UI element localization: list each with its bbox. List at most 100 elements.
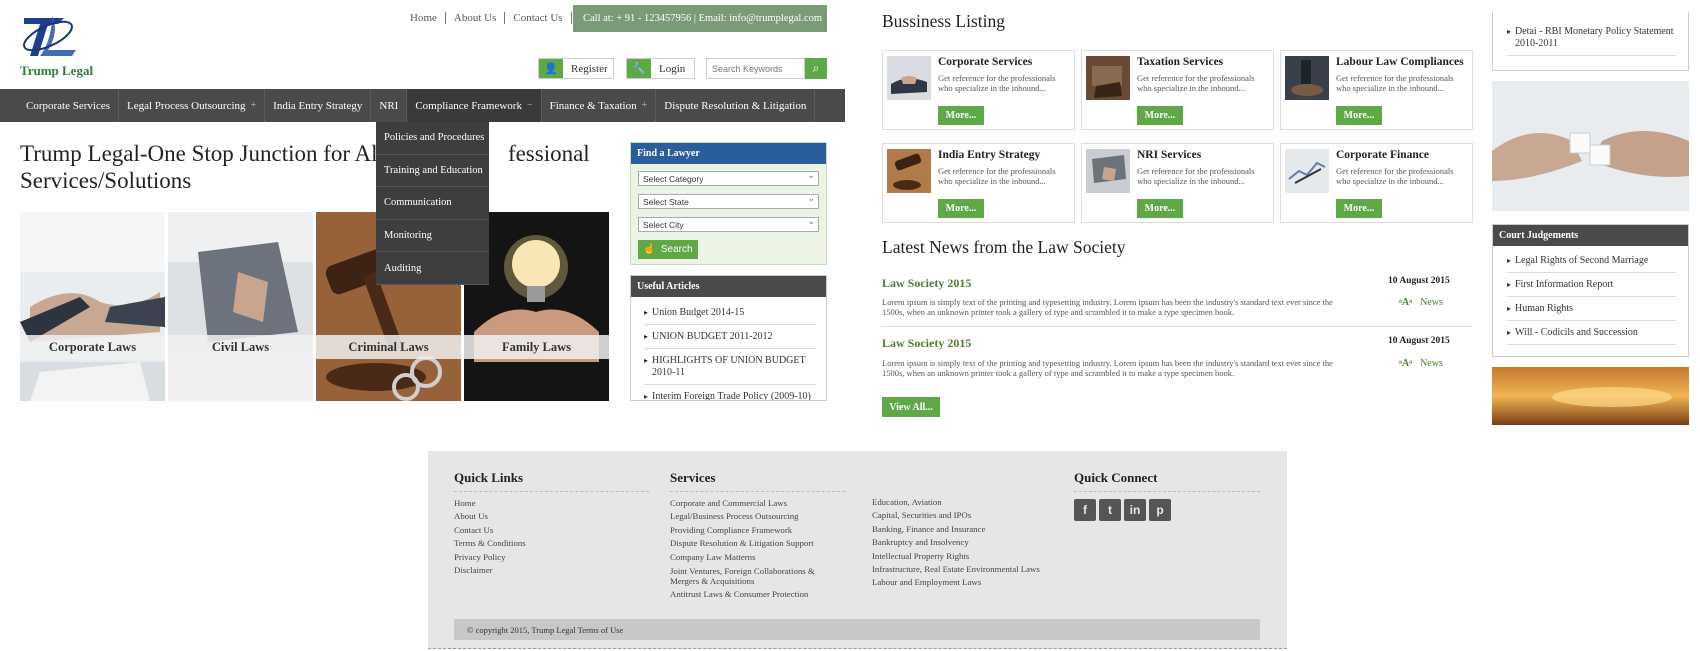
footer-link[interactable]: Company Law Matterns	[670, 551, 835, 564]
card-image	[1086, 56, 1130, 100]
tile-civil-laws[interactable]: Civil Laws	[168, 212, 313, 401]
judgement-link[interactable]: Will - Codicils and Succession	[1507, 321, 1676, 345]
view-all-button[interactable]: View All...	[882, 397, 940, 417]
more-button[interactable]: More...	[938, 199, 984, 218]
card-title: Corporate Finance	[1336, 149, 1429, 161]
sunset-image	[1492, 367, 1689, 425]
lawyer-search-button[interactable]: ☝ Search	[638, 240, 698, 259]
nav-corporate-services[interactable]: Corporate Services	[18, 89, 119, 122]
more-button[interactable]: More...	[1137, 106, 1183, 125]
footer-link[interactable]: Terms & Conditions	[454, 537, 526, 550]
dropdown-item-training[interactable]: Training and Education	[376, 155, 489, 188]
footer-link[interactable]: Banking, Finance and Insurance	[872, 523, 1072, 536]
news-item-date: 10 August 2015	[1388, 336, 1450, 346]
article-link[interactable]: Union Budget 2014-15	[644, 301, 816, 325]
sidebar-link[interactable]: Detai - RBI Monetary Policy Statement 20…	[1507, 20, 1676, 56]
state-select[interactable]: Select State	[638, 193, 819, 209]
search-icon[interactable]: ⌕	[805, 58, 827, 79]
footer-link[interactable]: Labour and Employment Laws	[872, 576, 1072, 589]
card-corporate-finance[interactable]: Corporate Finance Get reference for the …	[1280, 143, 1473, 223]
footer-link[interactable]: Infrastructure, Real Estate Environmenta…	[872, 563, 1072, 576]
card-labour-law[interactable]: Labour Law Compliances Get reference for…	[1280, 50, 1473, 130]
news-tag[interactable]: ᵃAᵃ News	[1399, 358, 1443, 369]
footer-link[interactable]: Legal/Business Process Outsourcing	[670, 510, 835, 523]
article-link[interactable]: UNION BUDGET 2011-2012	[644, 325, 816, 349]
footer-link[interactable]: Corporate and Commercial Laws	[670, 497, 835, 510]
footer-link[interactable]: About Us	[454, 510, 526, 523]
search-input[interactable]	[706, 58, 805, 79]
nav-legal-process-outsourcing[interactable]: Legal Process Outsourcing +	[119, 89, 266, 122]
facebook-icon[interactable]: f	[1074, 499, 1096, 521]
footer-link[interactable]: Home	[454, 497, 526, 510]
footer-link[interactable]: Antitrust Laws & Consumer Protection	[670, 588, 835, 601]
judgement-link[interactable]: Human Rights	[1507, 297, 1676, 321]
nav-india-entry-strategy[interactable]: India Entry Strategy	[265, 89, 372, 122]
dropdown-item-monitoring[interactable]: Monitoring	[376, 220, 489, 253]
register-label: Register	[571, 62, 608, 75]
nav-finance-taxation[interactable]: Finance & Taxation +	[542, 89, 657, 122]
logo-mark[interactable]	[18, 8, 86, 62]
main-nav: Corporate Services Legal Process Outsour…	[0, 89, 845, 122]
news-item-title[interactable]: Law Society 2015	[882, 336, 971, 351]
more-button[interactable]: More...	[1336, 199, 1382, 218]
card-nri-services[interactable]: NRI Services Get reference for the profe…	[1081, 143, 1274, 223]
category-select[interactable]: Select Category	[638, 170, 819, 186]
pinterest-icon[interactable]: p	[1149, 499, 1171, 521]
card-india-entry[interactable]: India Entry Strategy Get reference for t…	[882, 143, 1075, 223]
footer-link[interactable]: Disclaimer	[454, 564, 526, 577]
nav-dispute-resolution[interactable]: Dispute Resolution & Litigation	[656, 89, 816, 122]
pointer-icon: ☝	[643, 244, 656, 255]
footer-divider	[1074, 491, 1260, 492]
news-tag[interactable]: ᵃAᵃ News	[1399, 297, 1443, 308]
card-taxation-services[interactable]: Taxation Services Get reference for the …	[1081, 50, 1274, 130]
news-item-title[interactable]: Law Society 2015	[882, 276, 971, 291]
sidebar-top-list: Detai - RBI Monetary Policy Statement 20…	[1492, 12, 1689, 71]
footer-link[interactable]: Bankruptcy and Insolvency	[872, 536, 1072, 549]
top-link-about[interactable]: About Us	[446, 12, 506, 24]
footer-link[interactable]: Providing Compliance Framework	[670, 524, 835, 537]
dropdown-item-policies[interactable]: Policies and Procedures	[376, 122, 489, 155]
footer-link[interactable]: Joint Ventures, Foreign Collaborations &…	[670, 564, 835, 588]
footer-link[interactable]: Capital, Securities and IPOs	[872, 509, 1072, 522]
court-judgements-title: Court Judgements	[1493, 225, 1688, 246]
news-item-date: 10 August 2015	[1388, 276, 1450, 286]
judgement-link[interactable]: Legal Rights of Second Marriage	[1507, 249, 1676, 273]
judgement-link[interactable]: First Information Report	[1507, 273, 1676, 297]
city-select[interactable]: Select City	[638, 216, 819, 232]
services-list-a: Corporate and Commercial Laws Legal/Busi…	[670, 497, 835, 601]
top-link-home[interactable]: Home	[402, 12, 446, 24]
nav-nri[interactable]: NRI	[371, 89, 408, 122]
tile-corporate-laws[interactable]: Corporate Laws	[20, 212, 165, 401]
news-item-body: Lorem ipsum is simply text of the printi…	[882, 297, 1333, 317]
card-image	[1086, 149, 1130, 193]
search-label: Search	[660, 244, 693, 255]
dropdown-item-communication[interactable]: Communication	[376, 187, 489, 220]
puzzle-image	[1492, 81, 1689, 211]
more-button[interactable]: More...	[938, 106, 984, 125]
more-button[interactable]: More...	[1137, 199, 1183, 218]
hero-title-part: Trump Legal-One Stop Junction for All	[20, 141, 384, 166]
footer-link[interactable]: Dispute Resolution & Litigation Support	[670, 537, 835, 550]
tile-label: Criminal Laws	[316, 335, 461, 359]
nav-compliance-framework[interactable]: Compliance Framework −	[407, 89, 542, 122]
top-links: Home About Us Contact Us	[402, 12, 572, 24]
social-links: f t in p	[1074, 499, 1171, 521]
services-title: Services	[670, 470, 716, 485]
register-button[interactable]: 👤 Register	[538, 58, 614, 79]
login-label: Login	[659, 62, 686, 75]
footer-link[interactable]: Privacy Policy	[454, 551, 526, 564]
card-corporate-services[interactable]: Corporate Services Get reference for the…	[882, 50, 1075, 130]
linkedin-icon[interactable]: in	[1124, 499, 1146, 521]
footer-link[interactable]: Contact Us	[454, 524, 526, 537]
login-button[interactable]: 🔧 Login	[626, 58, 695, 79]
article-link[interactable]: HIGHLIGHTS OF UNION BUDGET 2010-11	[644, 349, 816, 385]
article-link[interactable]: Interim Foreign Trade Policy (2009-10)	[644, 385, 816, 400]
dropdown-item-auditing[interactable]: Auditing	[376, 252, 489, 285]
footer-link[interactable]: Intellectual Property Rights	[872, 550, 1072, 563]
services-list-b: Education, Aviation Capital, Securities …	[872, 496, 1072, 590]
minus-icon: −	[526, 100, 533, 111]
more-button[interactable]: More...	[1336, 106, 1382, 125]
footer-link[interactable]: Education, Aviation	[872, 496, 1072, 509]
twitter-icon[interactable]: t	[1099, 499, 1121, 521]
top-link-contact[interactable]: Contact Us	[505, 12, 572, 24]
